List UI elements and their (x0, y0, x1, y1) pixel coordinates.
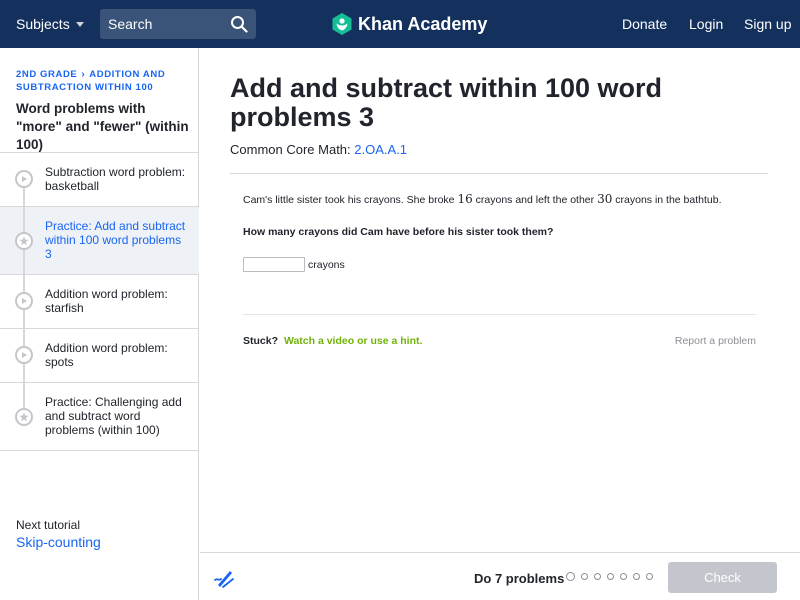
login-link[interactable]: Login (689, 0, 723, 48)
stuck-row: Stuck? Watch a video or use a hint. (243, 335, 422, 347)
search-box[interactable] (100, 9, 256, 39)
sidebar-item-basketball[interactable]: Subtraction word problem: basketball (0, 153, 199, 207)
progress-dot (581, 573, 588, 580)
common-core-standard: Common Core Math: 2.OA.A.1 (230, 142, 407, 157)
sidebar-item-label: Practice: Add and subtract within 100 wo… (45, 219, 186, 261)
chevron-right-icon: › (81, 69, 86, 80)
sidebar-item-label: Subtraction word problem: basketball (45, 165, 186, 193)
play-icon (15, 292, 33, 310)
tutorial-title: Word problems with "more" and "fewer" (w… (16, 101, 189, 152)
question-number: 30 (597, 192, 613, 206)
question-text: Cam's little sister took his crayons. Sh… (243, 192, 763, 207)
page-title: Add and subtract within 100 word problem… (230, 73, 663, 132)
answer-unit: crayons (308, 258, 345, 271)
question-part: crayons in the bathtub. (615, 194, 722, 206)
play-icon (15, 170, 33, 188)
sidebar-item-label: Practice: Challenging add and subtract w… (45, 395, 182, 437)
progress-dot (633, 573, 640, 580)
progress-dot (620, 573, 627, 580)
donate-link[interactable]: Donate (622, 0, 667, 48)
scratchpad-pencil-icon[interactable] (213, 567, 235, 589)
play-icon (15, 346, 33, 364)
progress-dots (566, 572, 659, 581)
progress-dot (566, 572, 575, 581)
search-input[interactable] (100, 16, 220, 32)
report-problem-link[interactable]: Report a problem (675, 335, 756, 347)
top-navbar: Subjects Khan Academy Donate Login Sign … (0, 0, 800, 48)
question-prompt: How many crayons did Cam have before his… (243, 226, 554, 238)
next-tutorial-label: Next tutorial (16, 518, 81, 532)
progress-dot (646, 573, 653, 580)
khan-academy-logo[interactable]: Khan Academy (332, 0, 487, 48)
tutorial-sidebar: 2nd grade › Addition and subtraction withi… (0, 48, 199, 600)
subjects-menu-button[interactable]: Subjects (16, 0, 84, 48)
next-tutorial-link[interactable]: Skip-counting (16, 534, 101, 550)
standard-prefix: Common Core Math: (230, 142, 351, 157)
sidebar-item-spots[interactable]: Addition word problem: spots (0, 329, 199, 383)
problem-count-label: Do 7 problems (474, 571, 565, 586)
question-part: crayons and left the other (475, 194, 595, 206)
progress-dot (594, 573, 601, 580)
question-part: Cam's little sister took his crayons. Sh… (243, 194, 455, 206)
sidebar-item-practice-active[interactable]: Practice: Add and subtract within 100 wo… (0, 207, 199, 275)
divider (230, 173, 768, 174)
exercise-main: Add and subtract within 100 word problem… (200, 48, 800, 552)
divider (243, 314, 756, 315)
star-icon (15, 232, 33, 250)
stuck-label: Stuck? (243, 335, 279, 347)
standard-link[interactable]: 2.OA.A.1 (354, 142, 407, 157)
check-button[interactable]: Check (668, 562, 777, 593)
answer-row: crayons (243, 257, 345, 272)
subjects-label: Subjects (16, 16, 70, 32)
sidebar-item-starfish[interactable]: Addition word problem: starfish (0, 275, 199, 329)
question-number: 16 (457, 192, 473, 206)
star-icon (15, 408, 33, 426)
breadcrumb: 2nd grade › Addition and subtraction withi… (16, 68, 191, 94)
chevron-down-icon (75, 21, 84, 27)
logo-text: Khan Academy (358, 13, 488, 34)
sidebar-item-challenging-practice[interactable]: Practice: Challenging add and subtract w… (0, 383, 199, 451)
signup-link[interactable]: Sign up (744, 0, 791, 48)
khan-leaf-icon (332, 13, 352, 35)
exercise-footer: Do 7 problems Check (200, 552, 800, 600)
search-icon[interactable] (230, 15, 248, 33)
tutorial-content-list: Subtraction word problem: basketball Pra… (0, 152, 199, 451)
sidebar-item-label: Addition word problem: spots (45, 341, 168, 369)
breadcrumb-grade[interactable]: 2nd grade (16, 69, 77, 80)
sidebar-item-label: Addition word problem: starfish (45, 287, 168, 315)
hint-link[interactable]: Watch a video or use a hint. (284, 335, 422, 347)
progress-dot (607, 573, 614, 580)
answer-input[interactable] (243, 257, 305, 272)
